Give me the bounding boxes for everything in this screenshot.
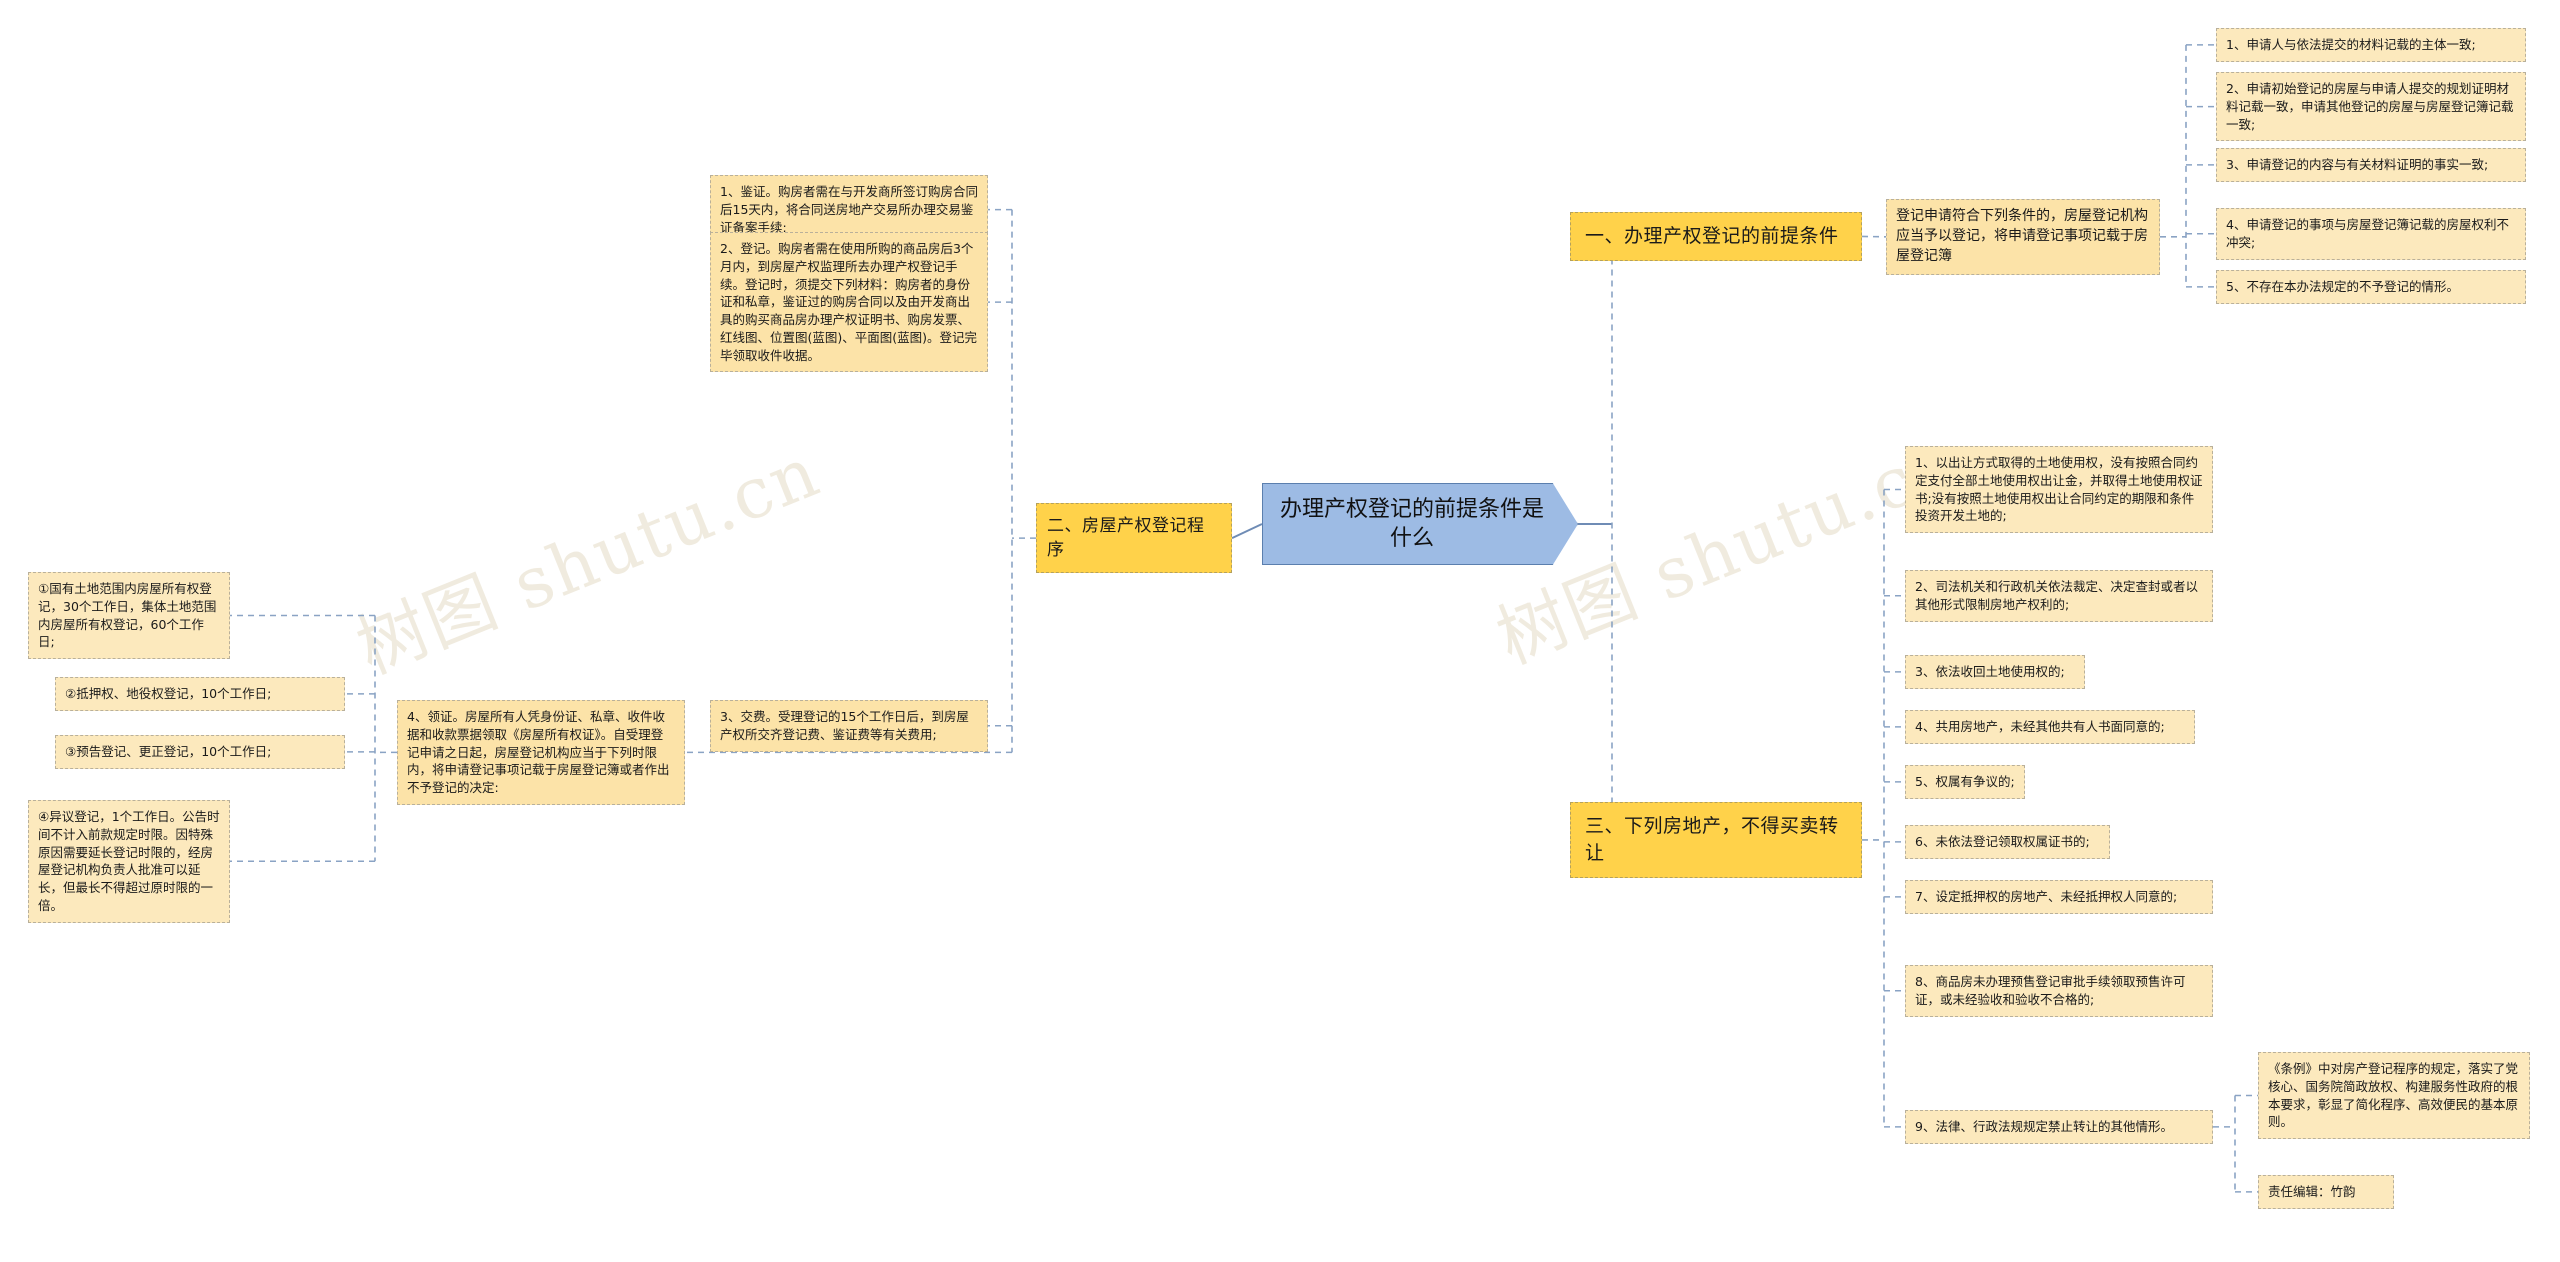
branch-2-time-limit-4[interactable]: ④异议登记，1个工作日。公告时间不计入前款规定时限。因特殊原因需要延长登记时限的…: [28, 800, 230, 923]
branch-1-item-4[interactable]: 4、申请登记的事项与房屋登记簿记载的房屋权利不冲突;: [2216, 208, 2526, 260]
root-node-label: 办理产权登记的前提条件是什么: [1279, 496, 1544, 551]
branch-3-item-1[interactable]: 1、以出让方式取得的土地使用权，没有按照合同约定支付全部土地使用权出让金，并取得…: [1905, 446, 2213, 533]
branch-1-intro[interactable]: 登记申请符合下列条件的，房屋登记机构应当予以登记，将申请登记事项记载于房屋登记簿: [1886, 199, 2160, 275]
branch-2-step-2[interactable]: 2、登记。购房者需在使用所购的商品房后3个月内，到房屋产权监理所去办理产权登记手…: [710, 232, 988, 373]
connector-layer: [230, 44, 2258, 1193]
branch-2-time-limit-3[interactable]: ③预告登记、更正登记，10个工作日;: [55, 735, 345, 769]
branch-1-item-3[interactable]: 3、申请登记的内容与有关材料证明的事实一致;: [2216, 148, 2526, 182]
branch-1-item-1[interactable]: 1、申请人与依法提交的材料记载的主体一致;: [2216, 28, 2526, 62]
branch-2-step-4[interactable]: 4、领证。房屋所有人凭身份证、私章、收件收据和收款票据领取《房屋所有权证》。自受…: [397, 700, 685, 805]
watermark-left: 树图 shutu.cn: [345, 430, 831, 690]
branch-3-item-7[interactable]: 7、设定抵押权的房地产、未经抵押权人同意的;: [1905, 880, 2213, 914]
branch-3-label[interactable]: 三、下列房地产，不得买卖转让: [1570, 802, 1862, 878]
branch-1-label[interactable]: 一、办理产权登记的前提条件: [1570, 212, 1862, 261]
branch-3-item-4[interactable]: 4、共用房地产，未经其他共有人书面同意的;: [1905, 710, 2195, 744]
branch-2-label[interactable]: 二、房屋产权登记程序: [1036, 503, 1232, 574]
branch-1-item-2[interactable]: 2、申请初始登记的房屋与申请人提交的规划证明材料记载一致，申请其他登记的房屋与房…: [2216, 72, 2526, 142]
mindmap-canvas: 树图 shutu.cn 树图 shutu.cn 办理产权登记的前提条件是什么 一…: [0, 0, 2560, 1262]
branch-3-item-8[interactable]: 8、商品房未办理预售登记审批手续领取预售许可证，或未经验收和验收不合格的;: [1905, 965, 2213, 1017]
root-node[interactable]: 办理产权登记的前提条件是什么: [1262, 483, 1578, 565]
branch-3-item-5[interactable]: 5、权属有争议的;: [1905, 765, 2025, 799]
branch-3-summary[interactable]: 《条例》中对房产登记程序的规定，落实了党核心、国务院简政放权、构建服务性政府的根…: [2258, 1052, 2530, 1139]
branch-3-item-2[interactable]: 2、司法机关和行政机关依法裁定、决定查封或者以其他形式限制房地产权利的;: [1905, 570, 2213, 622]
branch-3-item-6[interactable]: 6、未依法登记领取权属证书的;: [1905, 825, 2110, 859]
branch-1-item-5[interactable]: 5、不存在本办法规定的不予登记的情形。: [2216, 270, 2526, 304]
branch-3-item-9[interactable]: 9、法律、行政法规规定禁止转让的其他情形。: [1905, 1110, 2213, 1144]
branch-2-time-limit-2[interactable]: ②抵押权、地役权登记，10个工作日;: [55, 677, 345, 711]
branch-3-editor[interactable]: 责任编辑：竹韵: [2258, 1175, 2394, 1209]
branch-2-time-limit-1[interactable]: ①国有土地范围内房屋所有权登记，30个工作日，集体土地范围内房屋所有权登记，60…: [28, 572, 230, 659]
branch-3-item-3[interactable]: 3、依法收回土地使用权的;: [1905, 655, 2085, 689]
branch-2-step-3[interactable]: 3、交费。受理登记的15个工作日后，到房屋产权所交齐登记费、鉴证费等有关费用;: [710, 700, 988, 752]
